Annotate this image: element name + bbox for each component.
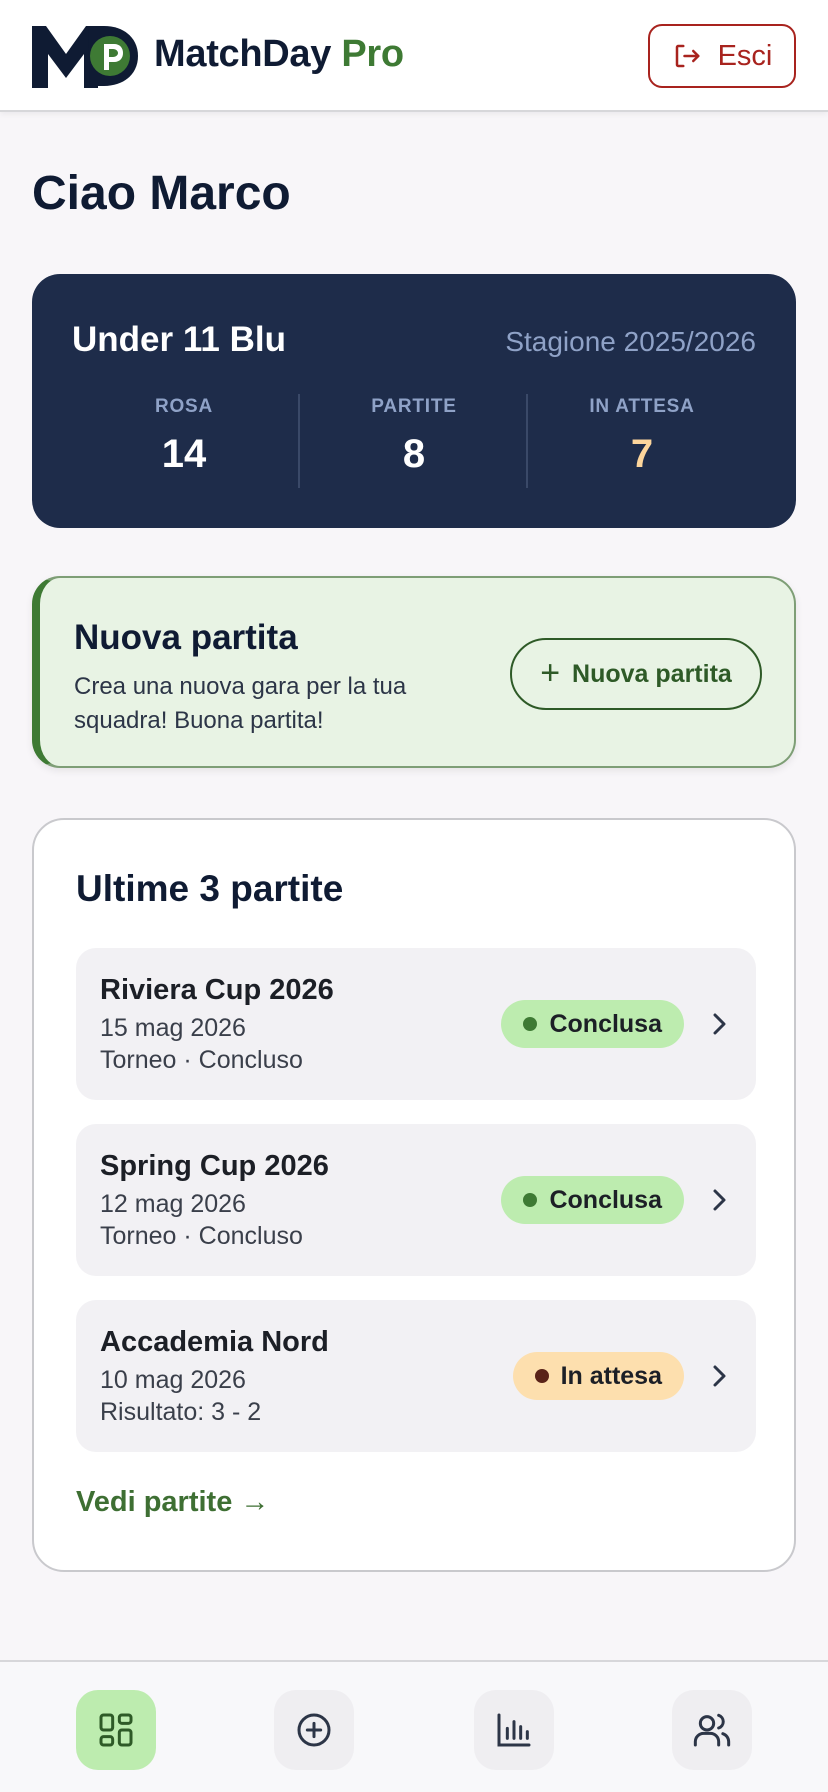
match-date: 12 mag 2026 — [100, 1190, 246, 1218]
season-label: Stagione 2025/2026 — [505, 326, 756, 357]
nav-dashboard[interactable] — [76, 1690, 156, 1770]
status-dot-icon — [523, 1017, 538, 1031]
chevron-right-icon — [713, 1189, 726, 1211]
status-dot-icon — [523, 1193, 538, 1207]
brand-suffix: Pro — [341, 33, 404, 75]
new-match-card: Nuova partita Crea una nuova gara per la… — [32, 576, 796, 768]
logout-icon — [675, 44, 700, 68]
bar-chart-icon — [497, 1713, 531, 1747]
match-meta: Torneo · Concluso — [100, 1222, 303, 1250]
match-name: Spring Cup 2026 — [100, 1150, 329, 1182]
match-date: 15 mag 2026 — [100, 1014, 246, 1042]
bottom-nav — [0, 1660, 828, 1792]
status-label: Conclusa — [549, 1185, 662, 1214]
nav-stats[interactable] — [474, 1690, 554, 1770]
chevron-right-icon — [713, 1365, 726, 1387]
plus-icon: + — [540, 653, 561, 692]
stat-value: 14 — [161, 432, 207, 476]
brand-name: MatchDay — [154, 33, 332, 75]
match-name: Riviera Cup 2026 — [100, 974, 334, 1006]
stat-value: 7 — [630, 432, 654, 476]
match-date: 10 mag 2026 — [100, 1366, 246, 1394]
users-icon — [693, 1713, 731, 1747]
nav-team[interactable] — [672, 1690, 752, 1770]
nav-add-match[interactable] — [274, 1690, 354, 1770]
status-badge: Conclusa — [501, 1000, 684, 1048]
status-label: Conclusa — [549, 1009, 662, 1038]
match-meta: Torneo · Concluso — [100, 1046, 303, 1074]
dashboard-icon — [99, 1713, 133, 1747]
add-circle-icon — [297, 1713, 331, 1747]
stat-label: PARTITE — [371, 396, 457, 417]
chevron-right-icon — [713, 1013, 726, 1035]
match-name: Accademia Nord — [100, 1326, 329, 1358]
match-row[interactable]: Spring Cup 2026 12 mag 2026 Torneo · Con… — [76, 1124, 756, 1276]
status-label: In attesa — [560, 1361, 662, 1390]
page-title: Ciao Marco — [32, 167, 291, 220]
logout-label: Esci — [717, 39, 773, 72]
status-badge: Conclusa — [501, 1176, 684, 1224]
brand-title: MatchDay Pro — [154, 33, 404, 76]
recent-matches-title: Ultime 3 partite — [76, 868, 344, 909]
team-summary-card: Under 11 Blu Stagione 2025/2026 ROSA 14 … — [32, 274, 796, 528]
recent-matches-card: Ultime 3 partite Riviera Cup 2026 15 mag… — [32, 818, 796, 1572]
new-match-description: Crea una nuova gara per la tua squadra! … — [74, 673, 407, 734]
stat-matches: PARTITE 8 — [300, 396, 528, 477]
top-bar: MatchDay Pro Esci — [0, 0, 828, 112]
new-match-button[interactable]: + Nuova partita — [510, 638, 762, 710]
status-dot-icon — [534, 1369, 549, 1383]
stat-label: ROSA — [154, 396, 214, 417]
match-row[interactable]: Riviera Cup 2026 15 mag 2026 Torneo · Co… — [76, 948, 756, 1100]
status-badge: In attesa — [512, 1352, 684, 1400]
team-name: Under 11 Blu — [72, 320, 286, 359]
stat-pending: IN ATTESA 7 — [528, 396, 756, 477]
match-row[interactable]: Accademia Nord 10 mag 2026 Risultato: 3 … — [76, 1300, 756, 1452]
stat-value: 8 — [402, 432, 426, 476]
new-match-button-label: Nuova partita — [572, 659, 732, 688]
see-all-matches-link[interactable]: Vedi partite → — [76, 1486, 269, 1519]
new-match-title: Nuova partita — [74, 618, 298, 657]
match-meta: Risultato: 3 - 2 — [100, 1398, 262, 1426]
matchday-logo-icon — [32, 26, 138, 88]
stat-label: IN ATTESA — [589, 396, 695, 417]
stat-roster: ROSA 14 — [70, 396, 298, 477]
logout-button[interactable]: Esci — [648, 24, 796, 88]
